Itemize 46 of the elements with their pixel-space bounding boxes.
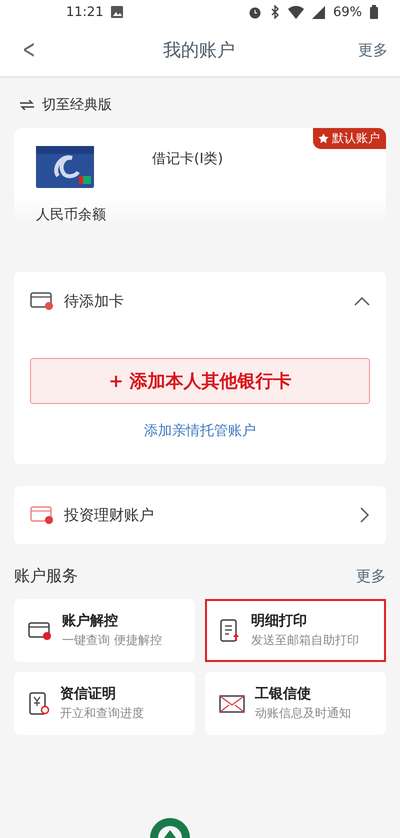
- service-subtitle: 发送至邮箱自助打印: [251, 632, 359, 649]
- card-icon: [28, 620, 52, 640]
- add-bank-card-button[interactable]: + 添加本人其他银行卡: [30, 358, 370, 404]
- chevron-right-icon[interactable]: [360, 507, 370, 523]
- battery-percent: 69%: [333, 4, 362, 20]
- service-subtitle: 动账信息及时通知: [255, 705, 351, 722]
- bank-card-icon: [36, 146, 94, 188]
- card-type: 借记卡(I类): [152, 150, 224, 168]
- service-subtitle: 一键查询 便捷解控: [62, 632, 162, 649]
- envelope-icon: [219, 694, 245, 714]
- back-button[interactable]: <: [22, 35, 36, 65]
- card-icon: [30, 505, 54, 525]
- page-title: 我的账户: [162, 39, 235, 62]
- document-icon: [219, 618, 241, 644]
- service-tile[interactable]: 资信证明 开立和查询进度: [14, 672, 195, 735]
- switch-version-button[interactable]: 切至经典版: [20, 96, 112, 114]
- chevron-up-icon[interactable]: [354, 296, 370, 306]
- battery-icon: [370, 5, 378, 19]
- service-title: 资信证明: [60, 685, 117, 703]
- signal-icon: [312, 6, 326, 18]
- swap-icon: [20, 100, 34, 110]
- service-tile[interactable]: 明细打印 发送至邮箱自助打印: [205, 599, 386, 662]
- service-title: 账户解控: [62, 612, 119, 630]
- service-tile[interactable]: 账户解控 一键查询 便捷解控: [14, 599, 195, 662]
- section-title: 投资理财账户: [64, 506, 155, 524]
- image-icon: [111, 6, 124, 18]
- bluetooth-icon: [270, 5, 280, 19]
- status-time: 11:21: [66, 4, 104, 20]
- service-tile[interactable]: 工银信使 动账信息及时通知: [205, 672, 386, 735]
- more-link[interactable]: 更多: [358, 40, 388, 60]
- section-title: 待添加卡: [64, 292, 125, 310]
- wifi-icon: [288, 6, 304, 18]
- service-subtitle: 开立和查询进度: [60, 705, 144, 722]
- add-family-account-link[interactable]: 添加亲情托管账户: [30, 404, 370, 464]
- account-card[interactable]: 默认账户 借记卡(I类) 人民币余额: [14, 128, 386, 224]
- certificate-icon: [28, 690, 50, 716]
- alarm-icon: [248, 5, 262, 19]
- service-title: 工银信使: [255, 685, 312, 703]
- more-link[interactable]: 更多: [356, 567, 386, 586]
- logo-icon: [150, 816, 190, 838]
- star-icon: [318, 133, 329, 144]
- balance-label: 人民币余额: [36, 206, 107, 224]
- section-title: 账户服务: [14, 566, 78, 587]
- badge-label: 默认账户: [332, 130, 380, 147]
- service-title: 明细打印: [251, 612, 308, 630]
- card-icon: [30, 291, 54, 311]
